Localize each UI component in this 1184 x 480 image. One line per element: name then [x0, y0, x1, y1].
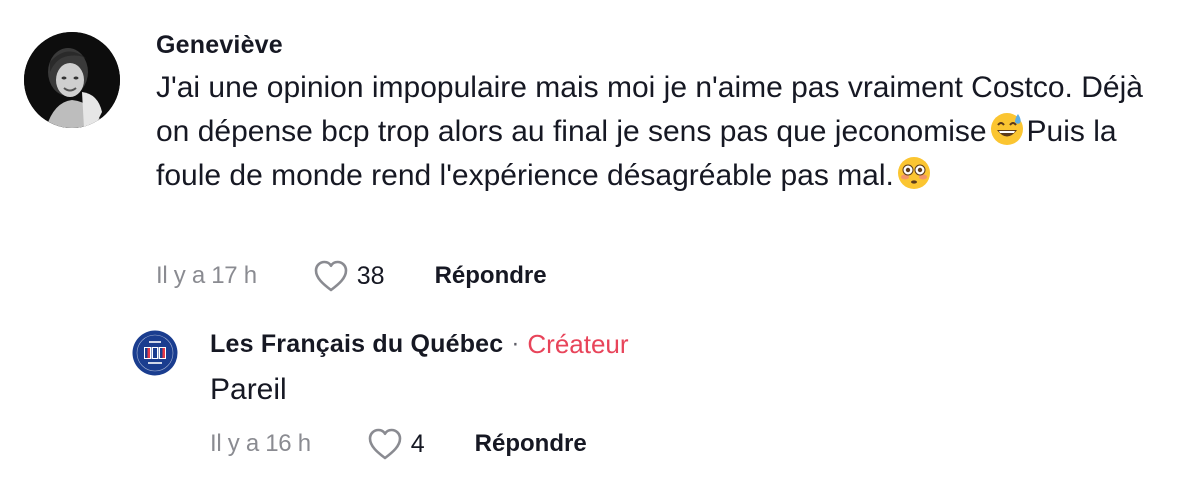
like-count: 4 — [410, 429, 425, 458]
comment-body: Les Français du Québec · Créateur Pareil — [210, 326, 1160, 412]
reply-button[interactable]: Répondre — [435, 262, 547, 290]
comment-text: Pareil — [210, 373, 287, 406]
comment-timestamp: Il y a 17 h — [156, 262, 257, 289]
reply-button[interactable]: Répondre — [475, 430, 587, 458]
creator-badge: Créateur — [527, 329, 629, 359]
comment-body: Geneviève J'ai une opinion impopulaire m… — [156, 28, 1164, 198]
creator-avatar[interactable] — [132, 330, 178, 376]
comment-timestamp: Il y a 16 h — [210, 430, 311, 457]
user-photo-icon — [24, 32, 120, 128]
comment-actions: Il y a 16 h 4 Répondre — [210, 424, 587, 464]
creator-logo-icon — [132, 330, 178, 376]
comment-actions: Il y a 17 h 38 Répondre — [156, 256, 547, 296]
heart-icon — [368, 428, 402, 460]
like-count: 38 — [356, 261, 385, 290]
heart-icon — [314, 260, 348, 292]
like-button[interactable]: 38 — [313, 259, 385, 293]
comment-username[interactable]: Geneviève — [156, 28, 1164, 62]
comment-text: J'ai une opinion impopulaire mais moi je… — [156, 66, 1164, 198]
comment-header: Les Français du Québec · Créateur — [210, 326, 1160, 362]
avatar[interactable] — [24, 32, 120, 128]
flushed-face-emoji — [897, 157, 930, 189]
creator-username[interactable]: Les Français du Québec — [210, 327, 503, 361]
separator-dot: · — [511, 330, 520, 357]
grinning-sweat-emoji — [990, 113, 1023, 145]
like-button[interactable]: 4 — [367, 427, 425, 461]
